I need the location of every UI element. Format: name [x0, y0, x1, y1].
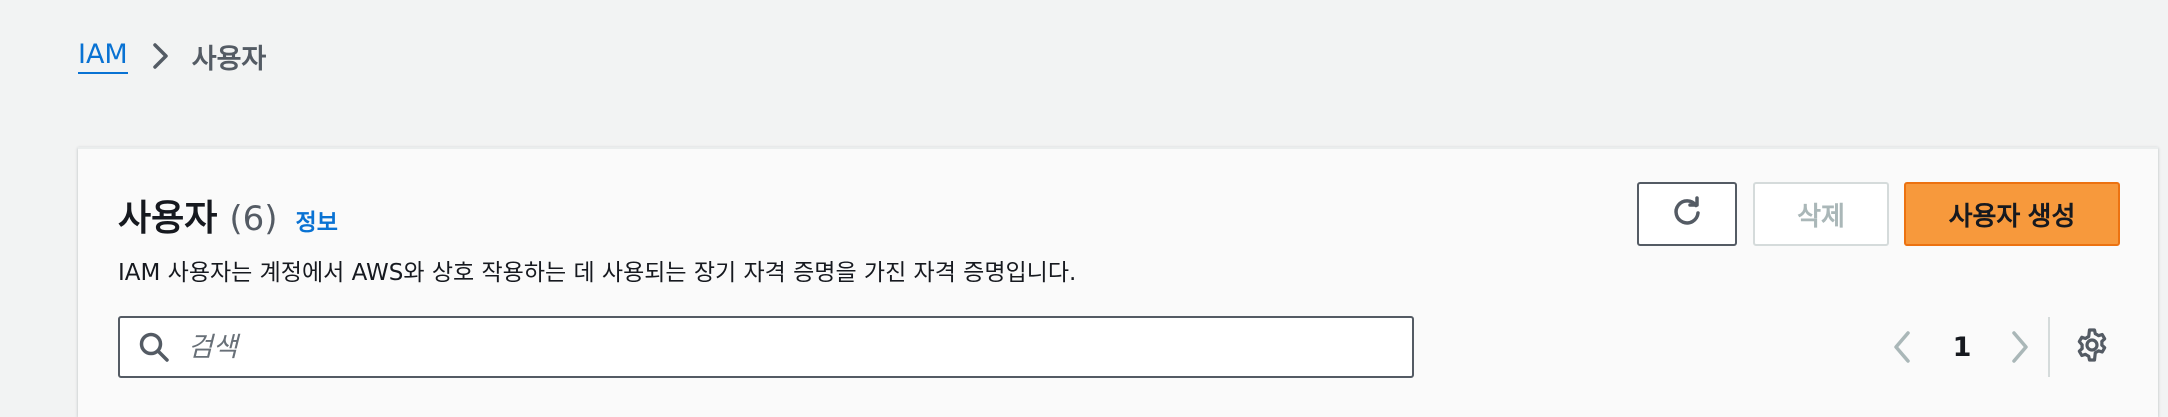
info-link[interactable]: 정보: [296, 203, 338, 237]
breadcrumb: IAM 사용자: [78, 34, 266, 78]
page-title: 사용자: [118, 198, 218, 239]
user-count: (6): [229, 199, 278, 239]
gear-icon: [2074, 327, 2110, 367]
search-input[interactable]: [186, 322, 1386, 372]
chevron-right-icon: [150, 41, 172, 71]
pagination-prev-button[interactable]: [1884, 327, 1920, 367]
create-user-button[interactable]: 사용자 생성: [1904, 182, 2120, 246]
panel-description: IAM 사용자는 계정에서 AWS와 상호 작용하는 데 사용되는 장기 자격 …: [118, 260, 1077, 286]
delete-button[interactable]: 삭제: [1753, 182, 1889, 246]
refresh-button[interactable]: [1637, 182, 1737, 246]
pagination-next-button[interactable]: [2002, 327, 2038, 367]
breadcrumb-current: 사용자: [191, 43, 267, 75]
search-icon: [136, 329, 172, 365]
refresh-icon: [1670, 195, 1704, 233]
panel-header: 사용자 (6) 정보: [118, 189, 338, 241]
pagination-divider: [2048, 317, 2050, 377]
search-field[interactable]: [118, 316, 1414, 378]
users-panel: 사용자 (6) 정보 IAM 사용자는 계정에서 AWS와 상호 작용하는 데 …: [78, 147, 2158, 417]
table-settings-button[interactable]: [2072, 327, 2112, 367]
pagination-page-1[interactable]: 1: [1944, 327, 1980, 367]
breadcrumb-link-iam[interactable]: IAM: [78, 38, 128, 74]
